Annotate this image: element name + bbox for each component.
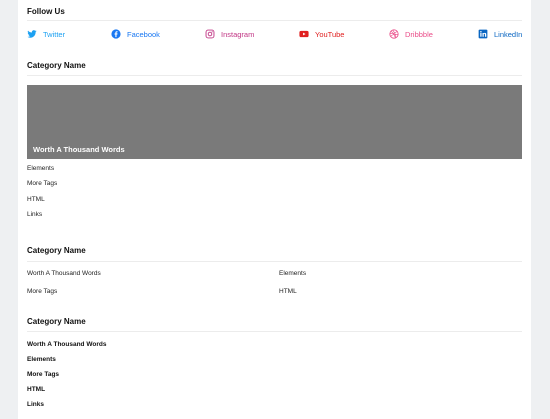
social-link-linkedin[interactable]: LinkedIn: [478, 28, 522, 40]
featured-post-image[interactable]: Worth A Thousand Words: [27, 85, 522, 159]
dribbble-icon: [389, 29, 399, 39]
category-link[interactable]: Links: [27, 401, 44, 409]
social-label: Dribbble: [405, 29, 433, 39]
follow-us-title: Follow Us: [27, 7, 65, 16]
sidebar-panel: Follow Us Twitter Facebook Instagram You…: [18, 0, 531, 419]
category-link[interactable]: Elements: [27, 165, 54, 173]
category-link[interactable]: HTML: [279, 288, 297, 296]
category-link[interactable]: More Tags: [27, 288, 57, 296]
social-label: Instagram: [221, 29, 255, 39]
social-link-dribbble[interactable]: Dribbble: [389, 28, 433, 40]
facebook-icon: [111, 29, 121, 39]
category-link[interactable]: Worth A Thousand Words: [27, 270, 101, 278]
youtube-icon: [299, 30, 309, 38]
featured-post-caption: Worth A Thousand Words: [33, 145, 125, 154]
social-label: LinkedIn: [494, 29, 523, 39]
social-link-instagram[interactable]: Instagram: [205, 28, 254, 40]
category-title: Category Name: [27, 246, 86, 255]
category-link[interactable]: HTML: [27, 386, 45, 394]
social-links: Twitter Facebook Instagram YouTube Dribb…: [27, 28, 522, 40]
category-link[interactable]: More Tags: [27, 180, 57, 188]
divider: [27, 75, 522, 76]
category-link[interactable]: HTML: [27, 196, 45, 204]
divider: [27, 331, 522, 332]
social-link-facebook[interactable]: Facebook: [111, 28, 160, 40]
social-label: Facebook: [127, 29, 160, 39]
category-link[interactable]: More Tags: [27, 371, 59, 379]
category-title: Category Name: [27, 317, 86, 326]
divider: [27, 20, 522, 21]
social-label: Twitter: [43, 29, 66, 39]
twitter-icon: [27, 30, 37, 38]
social-link-twitter[interactable]: Twitter: [27, 28, 65, 40]
category-title: Category Name: [27, 61, 86, 70]
instagram-icon: [205, 29, 215, 39]
linkedin-icon: [478, 29, 488, 39]
category-link[interactable]: Links: [27, 211, 42, 219]
category-link[interactable]: Elements: [27, 356, 56, 364]
category-link[interactable]: Elements: [279, 270, 306, 278]
social-label: YouTube: [315, 29, 345, 39]
divider: [27, 261, 522, 262]
social-link-youtube[interactable]: YouTube: [299, 28, 344, 40]
category-link[interactable]: Worth A Thousand Words: [27, 341, 106, 349]
